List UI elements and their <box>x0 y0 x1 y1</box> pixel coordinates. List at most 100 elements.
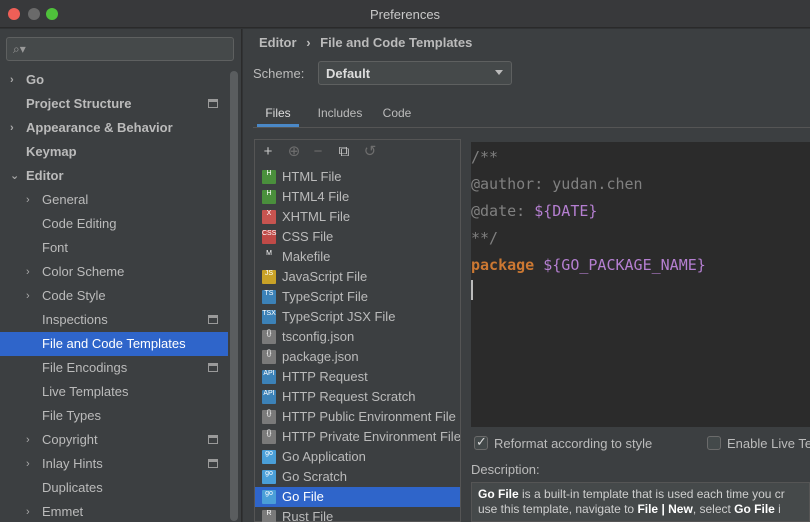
template-list-panel: + ⊕ − ⧉ ↺ H HTML File H HTML4 File X XHTML Fi… <box>254 139 461 522</box>
template-item[interactable]: go Go Scratch <box>255 467 460 487</box>
remove-template-button[interactable]: − <box>309 143 327 161</box>
breadcrumb-separator-icon: › <box>306 35 311 50</box>
template-name: HTTP Request <box>282 369 368 384</box>
html-file-icon: H <box>262 190 276 204</box>
template-item[interactable]: H HTML File <box>255 167 460 187</box>
template-variable: ${GO_PACKAGE_NAME} <box>543 256 706 274</box>
code-comment: @date: <box>471 202 535 220</box>
enable-live-templates-label[interactable]: Enable Live Te <box>727 436 810 451</box>
breadcrumb: Editor › File and Code Templates <box>259 35 478 50</box>
template-item[interactable]: {} package.json <box>255 347 460 367</box>
chevron-down-icon[interactable]: ⌄ <box>10 164 19 188</box>
chevron-right-icon[interactable]: › <box>26 260 30 284</box>
chevron-right-icon[interactable]: › <box>26 188 30 212</box>
reformat-checkbox[interactable] <box>474 434 488 450</box>
template-item[interactable]: {} HTTP Private Environment File <box>255 427 460 447</box>
sidebar-item-color-scheme[interactable]: › Color Scheme <box>0 260 228 284</box>
chevron-right-icon[interactable]: › <box>26 428 30 452</box>
description-bold: Go File <box>734 502 775 516</box>
template-editor[interactable]: /** @author: yudan.chen @date: ${DATE} *… <box>471 142 810 427</box>
window-title: Preferences <box>369 7 441 22</box>
project-scope-icon <box>208 459 218 468</box>
tab-code[interactable]: Code <box>377 99 417 127</box>
sidebar-item-appearance-behavior[interactable]: › Appearance & Behavior <box>0 116 228 140</box>
template-item[interactable]: M Makefile <box>255 247 460 267</box>
xhtml-file-icon: X <box>262 210 276 224</box>
search-icon: ⌕▾ <box>13 42 26 56</box>
ts-file-icon: TS <box>262 290 276 304</box>
title-bar: Preferences <box>0 0 810 28</box>
description-bold: File | New <box>637 502 693 516</box>
reset-template-button[interactable]: ↺ <box>361 143 379 161</box>
tab-files[interactable]: Files <box>257 99 299 127</box>
sidebar-item-editor[interactable]: ⌄ Editor <box>0 164 228 188</box>
template-toolbar: + ⊕ − ⧉ ↺ <box>255 140 460 166</box>
enable-live-templates-checkbox[interactable] <box>707 436 721 450</box>
template-name: Go Application <box>282 449 366 464</box>
template-item[interactable]: {} tsconfig.json <box>255 327 460 347</box>
breadcrumb-editor[interactable]: Editor <box>259 35 297 50</box>
json-file-icon: {} <box>262 430 276 444</box>
sidebar-item-label: Keymap <box>26 144 77 159</box>
reformat-label[interactable]: Reformat according to style <box>494 436 652 451</box>
template-item[interactable]: R Rust File <box>255 507 460 522</box>
sidebar-item-general[interactable]: › General <box>0 188 228 212</box>
sidebar-item-keymap[interactable]: Keymap <box>0 140 228 164</box>
sidebar-item-go[interactable]: › Go <box>0 68 228 92</box>
sidebar-item-project-structure[interactable]: Project Structure <box>0 92 228 116</box>
template-name: Go File <box>282 489 324 504</box>
chevron-right-icon[interactable]: › <box>26 284 30 308</box>
template-item[interactable]: H HTML4 File <box>255 187 460 207</box>
sidebar-item-label: Inspections <box>42 312 108 327</box>
sidebar-item-inlay-hints[interactable]: › Inlay Hints <box>0 452 228 476</box>
project-scope-icon <box>208 363 218 372</box>
chevron-right-icon[interactable]: › <box>10 116 14 140</box>
description-label: Description: <box>471 462 540 477</box>
text-caret <box>471 280 473 300</box>
template-item[interactable]: JS JavaScript File <box>255 267 460 287</box>
template-item[interactable]: X XHTML File <box>255 207 460 227</box>
sidebar-item-file-types[interactable]: File Types <box>0 404 228 428</box>
sidebar-scrollbar[interactable] <box>230 71 238 521</box>
sidebar-item-file-encodings[interactable]: File Encodings <box>0 356 228 380</box>
tab-divider <box>253 127 810 128</box>
go-file-icon: go <box>262 490 276 504</box>
sidebar-item-inspections[interactable]: Inspections <box>0 308 228 332</box>
sidebar-item-code-style[interactable]: › Code Style <box>0 284 228 308</box>
description-text: is a built-in template that is used each… <box>518 487 785 501</box>
rust-file-icon: R <box>262 510 276 522</box>
sidebar-item-live-templates[interactable]: Live Templates <box>0 380 228 404</box>
chevron-right-icon[interactable]: › <box>10 68 14 92</box>
template-name: Makefile <box>282 249 331 264</box>
js-file-icon: JS <box>262 270 276 284</box>
template-item[interactable]: API HTTP Request Scratch <box>255 387 460 407</box>
template-item[interactable]: go Go File <box>255 487 460 507</box>
add-child-template-icon[interactable]: ⊕ <box>285 143 303 161</box>
sidebar-item-emmet[interactable]: › Emmet <box>0 500 228 522</box>
template-item[interactable]: {} HTTP Public Environment File <box>255 407 460 427</box>
sidebar-item-duplicates[interactable]: Duplicates <box>0 476 228 500</box>
sidebar-item-file-and-code-templates[interactable]: File and Code Templates <box>0 332 228 356</box>
chevron-right-icon[interactable]: › <box>26 500 30 522</box>
tab-includes[interactable]: Includes <box>309 99 371 127</box>
sidebar-item-copyright[interactable]: › Copyright <box>0 428 228 452</box>
copy-template-button[interactable]: ⧉ <box>335 143 353 161</box>
json-file-icon: {} <box>262 410 276 424</box>
sidebar-item-label: Copyright <box>42 432 98 447</box>
template-item[interactable]: TSX TypeScript JSX File <box>255 307 460 327</box>
template-item[interactable]: TS TypeScript File <box>255 287 460 307</box>
settings-search-input[interactable]: ⌕▾ <box>6 37 234 61</box>
main-panel: Editor › File and Code Templates Scheme:… <box>243 29 810 522</box>
sidebar-item-font[interactable]: Font <box>0 236 228 260</box>
template-item[interactable]: API HTTP Request <box>255 367 460 387</box>
template-item[interactable]: CSS CSS File <box>255 227 460 247</box>
sidebar-item-code-editing[interactable]: Code Editing <box>0 212 228 236</box>
add-template-button[interactable]: + <box>259 143 277 161</box>
template-name: Rust File <box>282 509 334 522</box>
sidebar-item-label: Live Templates <box>42 384 129 399</box>
scheme-select[interactable]: Default <box>318 61 512 85</box>
css-file-icon: CSS <box>262 230 276 244</box>
chevron-right-icon[interactable]: › <box>26 452 30 476</box>
template-item[interactable]: go Go Application <box>255 447 460 467</box>
json-file-icon: {} <box>262 350 276 364</box>
